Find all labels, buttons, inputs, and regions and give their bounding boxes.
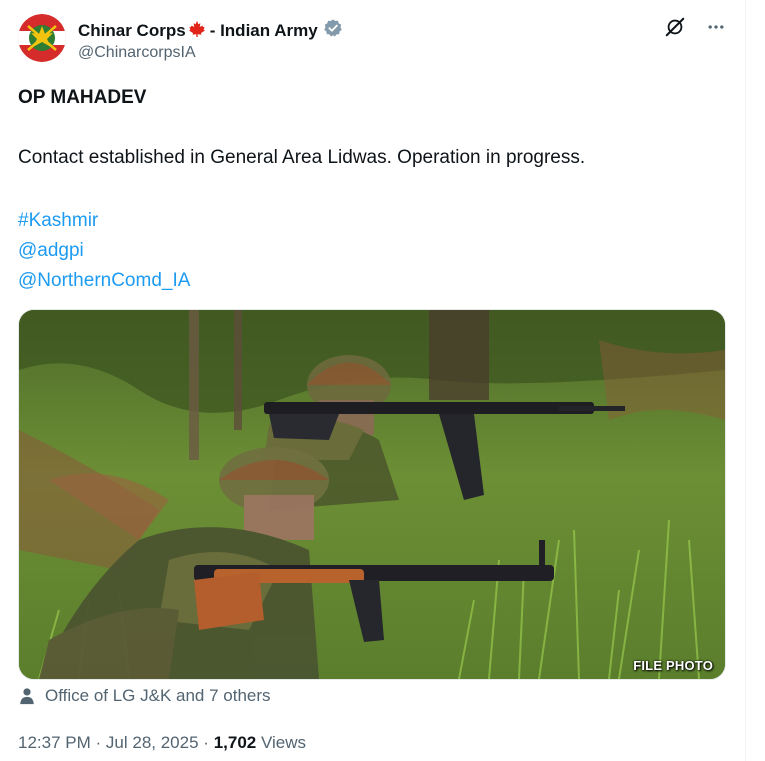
views-label: Views [260,733,307,752]
person-icon [18,687,36,705]
display-name-suffix[interactable]: - Indian Army [210,21,318,41]
more-icon[interactable] [706,17,726,37]
verified-badge-icon[interactable] [323,18,343,43]
tweet-photo[interactable]: FILE PHOTO [18,309,726,680]
avatar[interactable] [18,14,66,62]
grok-icon[interactable] [664,16,686,38]
tweet-time[interactable]: 12:37 PM [18,733,91,752]
tweet-title: OP MAHADEV [18,87,147,108]
timeline-divider [745,0,746,761]
mention-link[interactable]: @NorthernComd_IA [18,266,190,296]
tweet-meta: 12:37 PM · Jul 28, 2025 · 1,702 Views [18,733,306,753]
tagged-users[interactable]: Office of LG J&K and 7 others [18,686,271,706]
hashtag-link[interactable]: #Kashmir [18,206,190,236]
name-row[interactable]: Chinar Corps - Indian Army [78,18,343,43]
tweet-date[interactable]: Jul 28, 2025 [106,733,199,752]
tweet-tags: #Kashmir @adgpi @NorthernComd_IA [18,206,190,296]
tweet-body: Contact established in General Area Lidw… [18,147,586,168]
mention-link[interactable]: @adgpi [18,236,190,266]
meta-separator: · [203,733,209,752]
tagged-users-text[interactable]: Office of LG J&K and 7 others [45,686,271,706]
photo-illustration [19,310,725,679]
tweet-header: Chinar Corps - Indian Army @ChinarcorpsI… [18,14,730,66]
header-actions [664,16,726,38]
meta-separator: · [95,733,102,752]
display-name[interactable]: Chinar Corps [78,21,186,41]
views-count: 1,702 [213,733,257,752]
author-handle[interactable]: @ChinarcorpsIA [78,44,196,62]
photo-overlay-label: FILE PHOTO [633,658,713,673]
maple-leaf-icon [188,20,206,42]
